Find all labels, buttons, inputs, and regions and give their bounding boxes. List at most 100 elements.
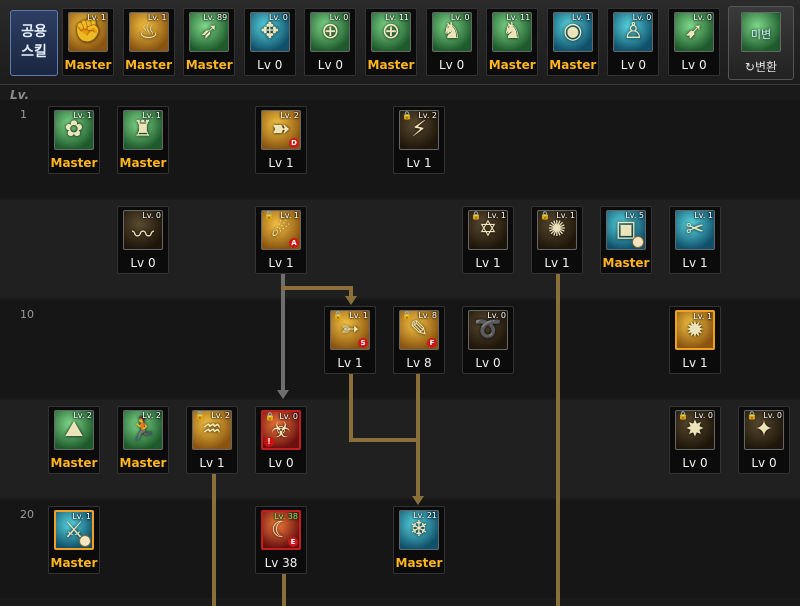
skill-glyph-icon: ♞ [441,19,462,44]
skill-slot[interactable]: ✹ Lv. 1 Lv 1 [669,306,721,374]
skill-glyph-icon: ◉ [563,19,583,44]
skill-level-label: Lv 0 [268,456,294,470]
skill-level-label: Lv 1 [682,256,708,270]
skill-slot[interactable]: ⛰ Lv. 2 Master [48,406,100,474]
common-skill-slot[interactable]: ➹ Lv. 0 Lv 0 [668,8,720,76]
rank-flag-icon: A [289,238,299,248]
skill-level-label: Lv 0 [682,456,708,470]
skill-icon: 〰 Lv. 0 [123,210,163,250]
skill-icon: ☄ Lv. 1 🔒 A [261,210,301,250]
skill-level-label: Lv 1 [337,356,363,370]
common-skill-slot[interactable]: ➶ Lv. 89 Master [183,8,236,76]
skill-level-badge: Lv. 1 [87,13,106,22]
skill-level-badge: Lv. 1 [693,312,712,321]
skill-level-badge: Lv. 2 [211,411,230,420]
common-skill-slot[interactable]: ♞ Lv. 0 Lv 0 [425,8,478,76]
skill-level-label: Master [395,556,443,570]
common-skill-slot[interactable]: ♨ Lv. 1 Master [122,8,175,76]
common-skill-slot[interactable]: ◉ Lv. 1 Master [546,8,599,76]
rank-flag-icon: E [288,537,298,547]
skill-icon: ➽ Lv. 2D [261,110,301,150]
common-skill-slot[interactable]: ⊕ Lv. 11 Master [365,8,417,76]
convert-button[interactable]: 미변 ↻변환 [728,6,794,80]
skill-glyph-icon: ➶ [199,19,219,44]
skill-slot[interactable]: ✦ Lv. 0 🔒 Lv 0 [738,406,790,474]
skill-icon: ✊ Lv. 1 [68,12,108,52]
skill-slot[interactable]: ▣ Lv. 5 Master [600,206,652,274]
skill-icon: ▣ Lv. 5 [606,210,646,250]
skill-icon: ⊕ Lv. 11 [371,12,411,52]
connector-line [212,470,216,606]
common-skill-slot[interactable]: ⊕ Lv. 0 Lv 0 [304,8,357,76]
skill-level-badge: Lv. 5 [625,211,644,220]
skill-glyph-icon: ✺ [547,217,567,242]
connector-line [281,286,351,290]
skill-glyph-icon: ✸ [685,417,705,442]
skill-slot[interactable]: ⚔ Lv. 1 Master [48,506,100,574]
skill-level-badge: Lv. 11 [506,13,531,22]
skill-slot[interactable]: ☄ Lv. 1 🔒 A Lv 1 [255,206,307,274]
skill-level-badge: Lv. 0 [269,13,288,22]
skill-slot[interactable]: ➰ Lv. 0 Lv 0 [462,306,514,374]
connector-line [349,286,353,296]
skill-glyph-icon: ⚡ [411,117,427,142]
skill-level-label: Master [119,156,167,170]
skill-level-label: Master [367,58,415,72]
skill-level-badge: Lv. 2 [280,111,299,120]
rank-flag-icon: D [289,138,299,148]
skill-icon: 🏃 Lv. 2 [123,410,163,450]
skill-icon: ➰ Lv. 0 [468,310,508,350]
skill-level-label: Master [64,58,112,72]
skill-slot[interactable]: ✺ Lv. 1 🔒 Lv 1 [531,206,583,274]
skill-slot[interactable]: ♜ Lv. 1 Master [117,106,169,174]
skill-slot[interactable]: ♒ Lv. 2 🔒 Lv 1 [186,406,238,474]
convert-icon: 미변 [741,12,781,52]
skill-slot[interactable]: ➳ Lv. 1 🔒 S Lv 1 [324,306,376,374]
convert-label: ↻변환 [744,60,778,74]
skill-level-label: Master [119,456,167,470]
skill-slot[interactable]: ✎ Lv. 8 🔒 F Lv 8 [393,306,445,374]
skill-slot[interactable]: ☣ Lv. 0 🔒! Lv 0 [255,406,307,474]
common-skill-slot[interactable]: ✥ Lv. 0 Lv 0 [243,8,296,76]
skill-slot[interactable]: ✿ Lv. 1 Master [48,106,100,174]
skill-icon: ✿ Lv. 1 [54,110,94,150]
skill-slot[interactable]: ☾ Lv. 38 E Lv 38 [255,506,307,574]
skill-icon: ♨ Lv. 1 [128,12,169,52]
skill-icon: ⚡ Lv. 2 🔒 [399,110,439,150]
skill-slot[interactable]: ✡ Lv. 1 🔒 Lv 1 [462,206,514,274]
skill-level-badge: Lv. 11 [385,13,409,22]
lock-icon: 🔒 [540,211,550,220]
skill-level-badge: Lv. 0 [694,411,713,420]
skill-level-badge: Lv. 89 [203,13,228,22]
skill-level-label: Lv 1 [544,256,570,270]
common-skill-slot[interactable]: ♙ Lv. 0 Lv 0 [607,8,660,76]
common-skill-label: 공용 스킬 [10,10,58,76]
skill-level-label: Master [185,58,233,72]
common-skill-slot[interactable]: ✊ Lv. 1 Master [62,8,114,76]
skill-glyph-icon: ♜ [133,117,153,142]
skill-level-badge: Lv. 1 [147,13,167,22]
skill-slot[interactable]: ❄ Lv. 21 Master [393,506,445,574]
skill-slot[interactable]: ✸ Lv. 0 🔒 Lv 0 [669,406,721,474]
skill-slot[interactable]: 🏃 Lv. 2 Master [117,406,169,474]
skill-slot[interactable]: ⚡ Lv. 2 🔒 Lv 1 [393,106,445,174]
skill-slot[interactable]: 〰 Lv. 0 Lv 0 [117,206,169,274]
skill-icon: ✸ Lv. 0 🔒 [675,410,715,450]
lock-icon: 🔒 [195,411,205,420]
skill-slot[interactable]: ✂ Lv. 1 Lv 1 [669,206,721,274]
skill-level-badge: Lv. 1 [556,211,575,220]
skill-icon: ✦ Lv. 0 🔒 [744,410,784,450]
skill-glyph-icon: ⛰ [64,417,84,442]
skill-level-badge: Lv. 1 [694,211,713,220]
lock-icon: 🔒 [402,111,412,120]
common-skill-slot[interactable]: ♞ Lv. 11 Master [486,8,539,76]
skill-icon: ☾ Lv. 38 E [261,510,301,550]
skill-glyph-icon: ⊕ [381,19,401,44]
skill-level-label: Lv 0 [620,58,647,72]
skill-level-badge: Lv. 0 [329,13,349,22]
skill-slot[interactable]: ➽ Lv. 2 D Lv 1 [255,106,307,174]
skill-icon: ♜ Lv. 1 [123,110,163,150]
connector-line [556,270,560,606]
skill-glyph-icon: ♨ [138,19,159,44]
skill-level-label: Lv 0 [751,456,777,470]
